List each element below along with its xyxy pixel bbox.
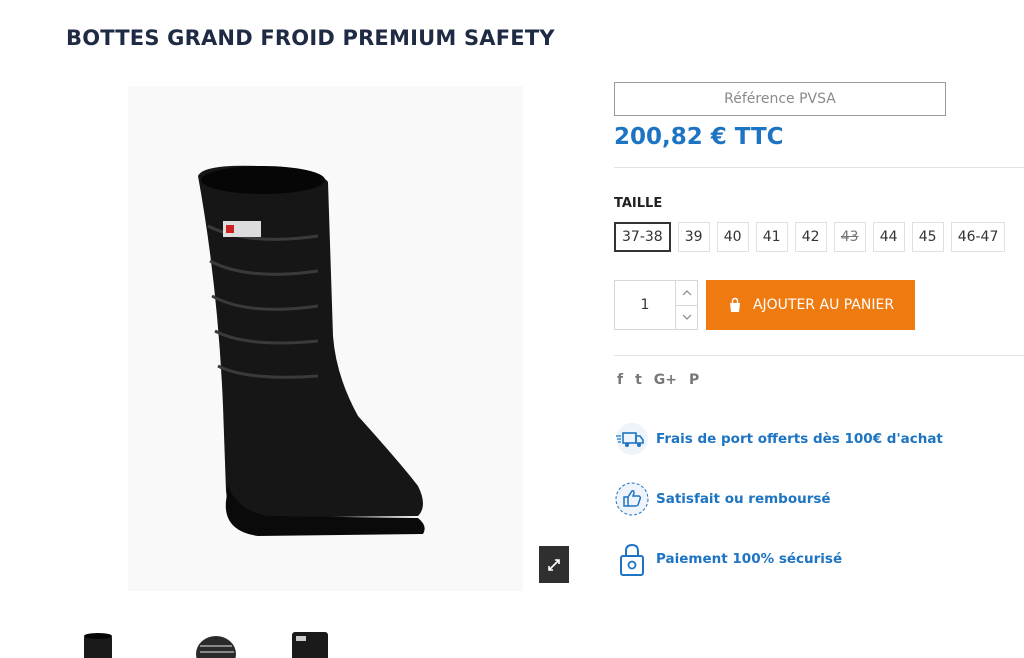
delivery-truck-icon — [614, 421, 650, 457]
thumbs-up-icon — [614, 481, 650, 517]
padlock-icon — [614, 541, 650, 577]
size-option-45[interactable]: 45 — [911, 222, 944, 252]
feature-text: Paiement 100% sécurisé — [656, 551, 843, 567]
google-plus-icon[interactable]: G+ — [654, 372, 677, 388]
quantity-increase-button[interactable] — [676, 281, 697, 305]
feature-satisfaction: Satisfait ou remboursé — [614, 481, 831, 517]
chevron-down-icon — [682, 314, 691, 321]
size-option-46-47[interactable]: 46-47 — [950, 222, 1006, 252]
chevron-up-icon — [682, 289, 691, 296]
size-option-43[interactable]: 43 — [833, 222, 866, 252]
size-option-44[interactable]: 44 — [872, 222, 905, 252]
size-option-42[interactable]: 42 — [794, 222, 827, 252]
feature-text: Frais de port offerts dès 100€ d'achat — [656, 431, 943, 447]
size-options: 37-38 39 40 41 42 43 44 45 46-47 — [614, 222, 1006, 252]
size-option-37-38[interactable]: 37-38 — [614, 222, 671, 252]
product-main-image[interactable] — [128, 86, 523, 591]
feature-free-shipping: Frais de port offerts dès 100€ d'achat — [614, 421, 943, 457]
divider — [614, 355, 1024, 356]
feature-secure-payment: Paiement 100% sécurisé — [614, 541, 842, 577]
twitter-icon[interactable]: t — [635, 372, 642, 388]
divider — [614, 167, 1024, 168]
feature-text: Satisfait ou remboursé — [656, 491, 831, 507]
add-to-cart-label: AJOUTER AU PANIER — [752, 297, 895, 313]
shopping-bag-icon — [729, 297, 740, 312]
product-price: 200,82 € TTC — [614, 124, 784, 150]
pinterest-icon[interactable]: P — [689, 372, 699, 388]
boot-image — [198, 165, 425, 536]
product-title: BOTTES GRAND FROID PREMIUM SAFETY — [66, 26, 555, 50]
add-to-cart-button[interactable]: AJOUTER AU PANIER — [706, 280, 915, 330]
facebook-icon[interactable]: f — [617, 372, 623, 388]
zoom-button[interactable] — [539, 546, 569, 583]
size-label: TAILLE — [614, 196, 663, 211]
quantity-decrease-button[interactable] — [676, 304, 697, 330]
size-option-41[interactable]: 41 — [755, 222, 788, 252]
quantity-arrows — [675, 281, 697, 329]
thumbnail-2[interactable] — [178, 626, 238, 658]
thumbnail-3[interactable] — [290, 626, 350, 658]
social-share: f t G+ P — [617, 372, 699, 388]
quantity-stepper — [614, 280, 698, 330]
size-option-39[interactable]: 39 — [677, 222, 710, 252]
thumbnail-1[interactable] — [66, 626, 126, 658]
thumbnail-gallery — [66, 626, 350, 658]
size-option-40[interactable]: 40 — [716, 222, 749, 252]
product-reference: Référence PVSA — [614, 82, 946, 116]
expand-icon — [548, 558, 560, 571]
quantity-input[interactable] — [615, 281, 675, 329]
